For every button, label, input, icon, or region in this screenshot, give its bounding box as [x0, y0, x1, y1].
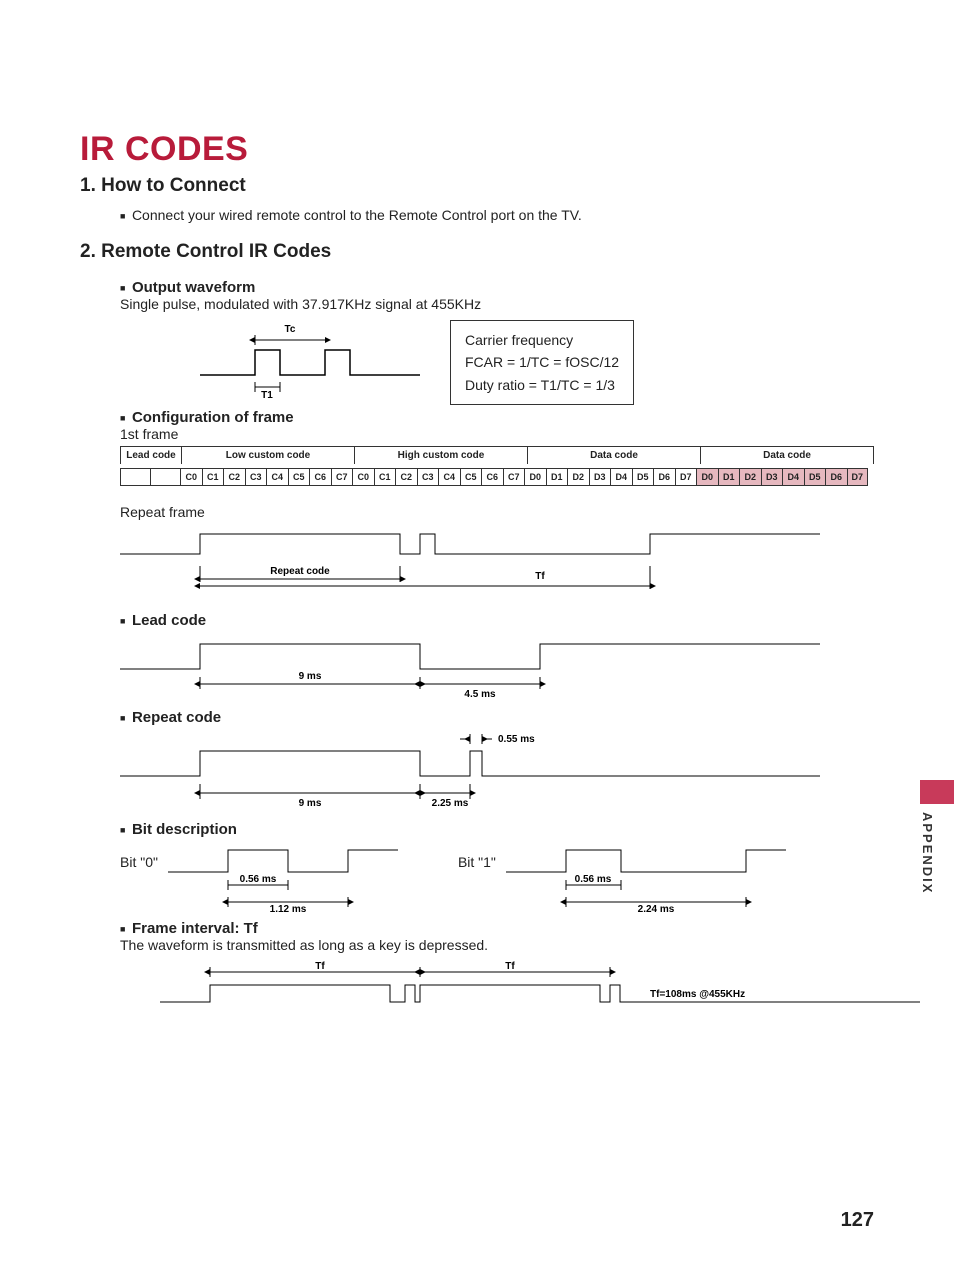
section-2-heading: 2. Remote Control IR Codes [80, 241, 874, 263]
section-1-heading: 1. How to Connect [80, 175, 874, 197]
svg-text:9 ms: 9 ms [299, 798, 322, 809]
svg-text:Tf: Tf [505, 961, 515, 972]
carrier-frequency-box: Carrier frequency FCAR = 1/TC = fOSC/12 … [450, 320, 634, 405]
page-number: 127 [841, 1209, 874, 1232]
lead-code-diagram: 9 ms 4.5 ms [120, 629, 820, 699]
svg-text:Tf=108ms @455KHz: Tf=108ms @455KHz [650, 989, 745, 1000]
bit-0-diagram: 0.56 ms 1.12 ms [168, 842, 398, 912]
header-lead: Lead code [120, 446, 181, 464]
bit-description-heading: Bit description [120, 821, 874, 838]
page-title: IR CODES [80, 130, 874, 169]
tc-waveform-diagram: Tc T1 [200, 320, 420, 400]
connect-instruction: Connect your wired remote control to the… [120, 207, 874, 223]
svg-text:Tf: Tf [315, 961, 325, 972]
header-low: Low custom code [181, 446, 354, 464]
appendix-tab: APPENDIX [920, 780, 954, 940]
carrier-line3: Duty ratio = T1/TC = 1/3 [465, 374, 619, 396]
output-waveform-heading: Output waveform [120, 279, 874, 296]
frame-interval-text: The waveform is transmitted as long as a… [120, 937, 874, 953]
header-data2: Data code [700, 446, 874, 464]
svg-text:0.56 ms: 0.56 ms [240, 874, 277, 885]
frame-bit-row: C0 C1 C2 C3 C4 C5 C6 C7 C0 C1 C2 C3 C4 C… [120, 468, 874, 486]
output-waveform-text: Single pulse, modulated with 37.917KHz s… [120, 296, 874, 312]
bit-1-label: Bit "1" [458, 854, 496, 870]
svg-text:2.24 ms: 2.24 ms [638, 904, 675, 912]
repeat-code-heading: Repeat code [120, 709, 874, 726]
svg-text:T1: T1 [261, 390, 273, 400]
repeat-frame-label: Repeat frame [120, 504, 874, 520]
repeat-code-diagram: 9 ms 2.25 ms 0.55 ms [120, 726, 820, 811]
lead-code-heading: Lead code [120, 612, 874, 629]
svg-text:9 ms: 9 ms [299, 671, 322, 682]
repeat-frame-diagram: Repeat code Tf [120, 524, 820, 594]
bit-1-diagram: 0.56 ms 2.24 ms [506, 842, 786, 912]
svg-text:0.55 ms: 0.55 ms [498, 734, 535, 745]
svg-text:4.5 ms: 4.5 ms [464, 689, 496, 699]
svg-text:0.56 ms: 0.56 ms [575, 874, 612, 885]
svg-text:1.12 ms: 1.12 ms [270, 904, 307, 912]
bit-0-label: Bit "0" [120, 854, 158, 870]
svg-text:Repeat code: Repeat code [270, 566, 330, 577]
carrier-line1: Carrier frequency [465, 329, 619, 351]
svg-text:Tc: Tc [285, 324, 296, 335]
frame-interval-heading: Frame interval: Tf [120, 920, 874, 937]
first-frame-label: 1st frame [120, 426, 874, 442]
carrier-line2: FCAR = 1/TC = fOSC/12 [465, 351, 619, 373]
config-frame-heading: Configuration of frame [120, 409, 874, 426]
header-data1: Data code [527, 446, 700, 464]
header-high: High custom code [354, 446, 527, 464]
svg-text:2.25 ms: 2.25 ms [432, 798, 469, 809]
frame-interval-diagram: Tf Tf Tf=108ms @455KHz [160, 957, 920, 1017]
tab-marker [920, 780, 954, 804]
appendix-label: APPENDIX [920, 812, 935, 894]
frame-headers: Lead code Low custom code High custom co… [120, 446, 874, 464]
svg-text:Tf: Tf [535, 571, 545, 582]
